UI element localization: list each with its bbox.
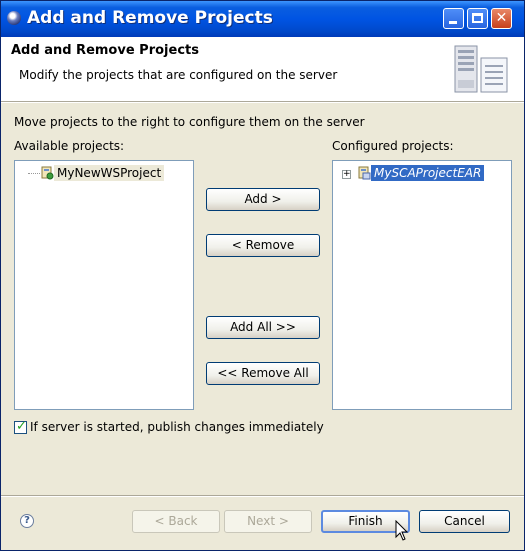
maximize-button[interactable] <box>467 8 488 29</box>
close-button[interactable]: ✕ <box>491 8 512 29</box>
eclipse-icon <box>7 11 21 25</box>
back-button[interactable]: < Back <box>132 510 220 533</box>
title-bar[interactable]: Add and Remove Projects ✕ <box>1 1 524 37</box>
header-title: Add and Remove Projects <box>11 43 199 58</box>
footer-separator-highlight <box>1 496 524 497</box>
tree-connector <box>28 173 40 174</box>
available-projects-label: Available projects: <box>14 139 125 153</box>
publish-checkbox-row[interactable]: ✓ If server is started, publish changes … <box>14 418 324 434</box>
configured-projects-list[interactable]: + MySCAProjectEAR <box>332 160 512 410</box>
tree-item-label: MySCAProjectEAR <box>371 165 485 181</box>
close-icon: ✕ <box>495 10 508 26</box>
next-button[interactable]: Next > <box>224 510 312 533</box>
project-icon <box>41 166 54 180</box>
configured-projects-label: Configured projects: <box>332 139 454 153</box>
maximize-icon <box>472 13 483 23</box>
project-icon <box>358 166 371 180</box>
minimize-icon <box>449 21 457 24</box>
mouse-pointer-icon <box>395 520 409 541</box>
cancel-button[interactable]: Cancel <box>419 510 510 533</box>
remove-all-button[interactable]: << Remove All <box>206 362 320 385</box>
window-title: Add and Remove Projects <box>27 8 273 28</box>
header-description: Modify the projects that are configured … <box>19 68 338 82</box>
expand-icon[interactable]: + <box>342 170 351 179</box>
add-button[interactable]: Add > <box>206 188 320 211</box>
header-separator <box>1 102 524 103</box>
instructions-text: Move projects to the right to configure … <box>14 115 365 129</box>
checkmark-icon: ✓ <box>16 418 27 434</box>
add-all-button[interactable]: Add All >> <box>206 316 320 339</box>
available-projects-list[interactable]: MyNewWSProject <box>14 160 194 410</box>
publish-checkbox-label[interactable]: If server is started, publish changes im… <box>30 420 324 434</box>
help-icon[interactable]: ? <box>20 514 34 528</box>
minimize-button[interactable] <box>443 8 464 29</box>
wizard-header: Add and Remove Projects Modify the proje… <box>1 37 524 102</box>
remove-button[interactable]: < Remove <box>206 234 320 257</box>
tree-item-mynewwsproject[interactable]: MyNewWSProject <box>40 164 165 182</box>
server-banner-icon <box>454 45 508 93</box>
tree-item-myscaprojectear[interactable]: MySCAProjectEAR <box>357 164 485 182</box>
dialog-window: Add and Remove Projects ✕ Add and Remove… <box>0 0 525 551</box>
tree-item-label: MyNewWSProject <box>54 165 165 181</box>
publish-checkbox[interactable]: ✓ <box>14 418 27 434</box>
